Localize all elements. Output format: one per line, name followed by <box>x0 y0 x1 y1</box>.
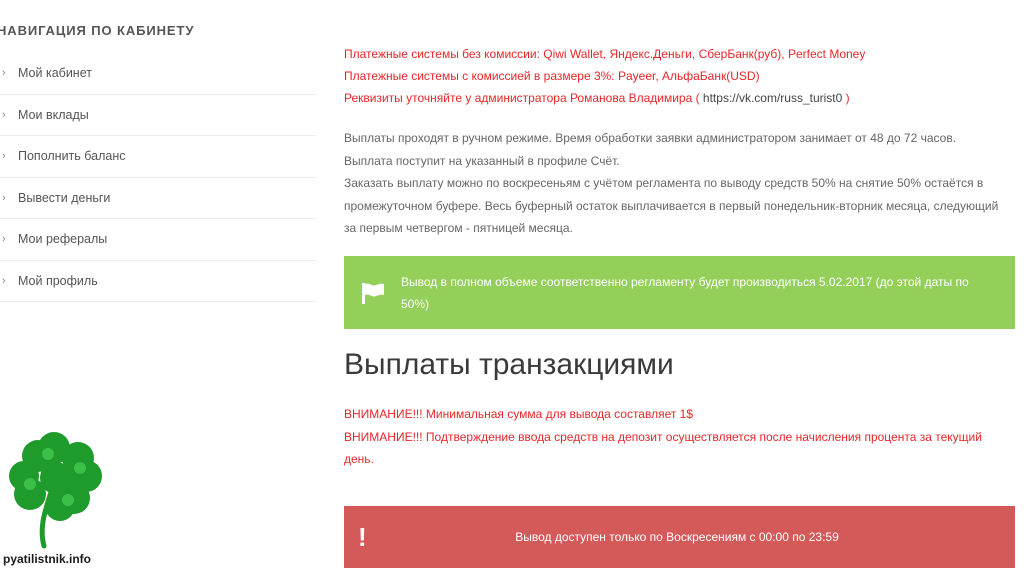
main-content: Платежные системы без комиссии: Qiwi Wal… <box>344 0 1016 568</box>
full-withdrawal-notice: Вывод в полном объеме соответственно рег… <box>344 256 1015 329</box>
warnings: ВНИМАНИЕ!!! Минимальная сумма для вывода… <box>344 403 1012 471</box>
payout-info-line: Выплата поступит на указанный в профиле … <box>344 153 620 168</box>
flag-icon <box>362 282 384 304</box>
sidebar-item-label: Пополнить баланс <box>18 149 126 164</box>
warning-min-amount: ВНИМАНИЕ!!! Минимальная сумма для вывода… <box>344 407 694 421</box>
admin-vk-link[interactable]: https://vk.com/russ_turist0 <box>700 91 846 105</box>
four-leaf-clover-icon <box>9 432 102 549</box>
site-logo[interactable]: pyatilistnik.info <box>0 432 120 568</box>
payment-details-prefix: Реквизиты уточняйте у администратора Ром… <box>344 91 700 105</box>
sidebar-item-withdraw[interactable]: › Вывести деньги <box>0 178 316 219</box>
chevron-right-icon: › <box>2 233 6 246</box>
chevron-right-icon: › <box>2 274 6 287</box>
sidebar: Навигация по кабинету › Мой кабинет › Мо… <box>0 0 318 568</box>
payout-info-line: Выплаты проходят в ручном режиме. Время … <box>344 131 957 145</box>
sidebar-item-my-cabinet[interactable]: › Мой кабинет <box>0 53 316 95</box>
sidebar-item-label: Вывести деньги <box>18 190 111 205</box>
sidebar-item-label: Мой профиль <box>18 273 98 288</box>
sidebar-nav: › Мой кабинет › Мои вклады › Пополнить б… <box>0 53 316 302</box>
sidebar-item-top-up-balance[interactable]: › Пополнить баланс <box>0 136 316 178</box>
logo-text: pyatilistnik.info <box>3 552 92 566</box>
payout-info-line: Заказать выплату можно по воскресеньям с… <box>344 176 999 235</box>
warning-deposit-confirmation: ВНИМАНИЕ!!! Подтверждение ввода средств … <box>344 429 982 467</box>
withdrawal-schedule-notice: ! Вывод доступен только по Воскресениям … <box>344 506 1015 568</box>
sidebar-title: Навигация по кабинету <box>0 23 195 38</box>
sidebar-item-my-deposits[interactable]: › Мои вклады <box>0 95 316 136</box>
payment-systems-with-fee: Платежные системы с комиссией в размере … <box>344 69 760 83</box>
payout-info: Выплаты проходят в ручном режиме. Время … <box>344 127 1012 240</box>
chevron-right-icon: › <box>2 108 6 121</box>
page-title: Выплаты транзакциями <box>344 348 674 381</box>
sidebar-item-my-profile[interactable]: › Мой профиль <box>0 261 316 302</box>
exclamation-icon: ! <box>358 522 367 552</box>
payment-systems-no-fee: Платежные системы без комиссии: Qiwi Wal… <box>344 47 866 61</box>
full-withdrawal-notice-text: Вывод в полном объеме соответственно рег… <box>401 274 969 311</box>
payment-details-note: Реквизиты уточняйте у администратора Ром… <box>344 91 850 105</box>
sidebar-item-label: Мои рефералы <box>18 232 108 247</box>
sidebar-item-my-referrals[interactable]: › Мои рефералы <box>0 219 316 261</box>
sidebar-item-label: Мой кабинет <box>18 66 92 81</box>
chevron-right-icon: › <box>2 67 6 80</box>
payment-details-suffix: ) <box>845 91 850 105</box>
withdrawal-schedule-text: Вывод доступен только по Воскресениям с … <box>515 530 839 544</box>
chevron-right-icon: › <box>2 150 6 163</box>
chevron-right-icon: › <box>2 191 6 204</box>
sidebar-item-label: Мои вклады <box>18 107 89 122</box>
